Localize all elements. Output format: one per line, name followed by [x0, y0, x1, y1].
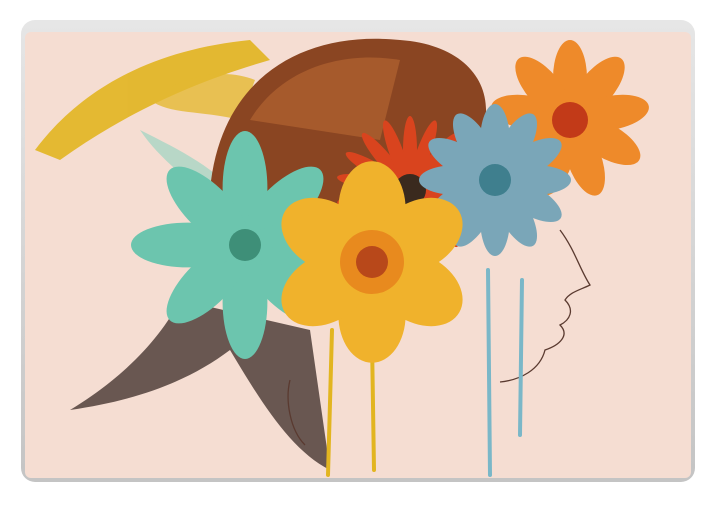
laptop-skin-artwork: [21, 20, 695, 482]
